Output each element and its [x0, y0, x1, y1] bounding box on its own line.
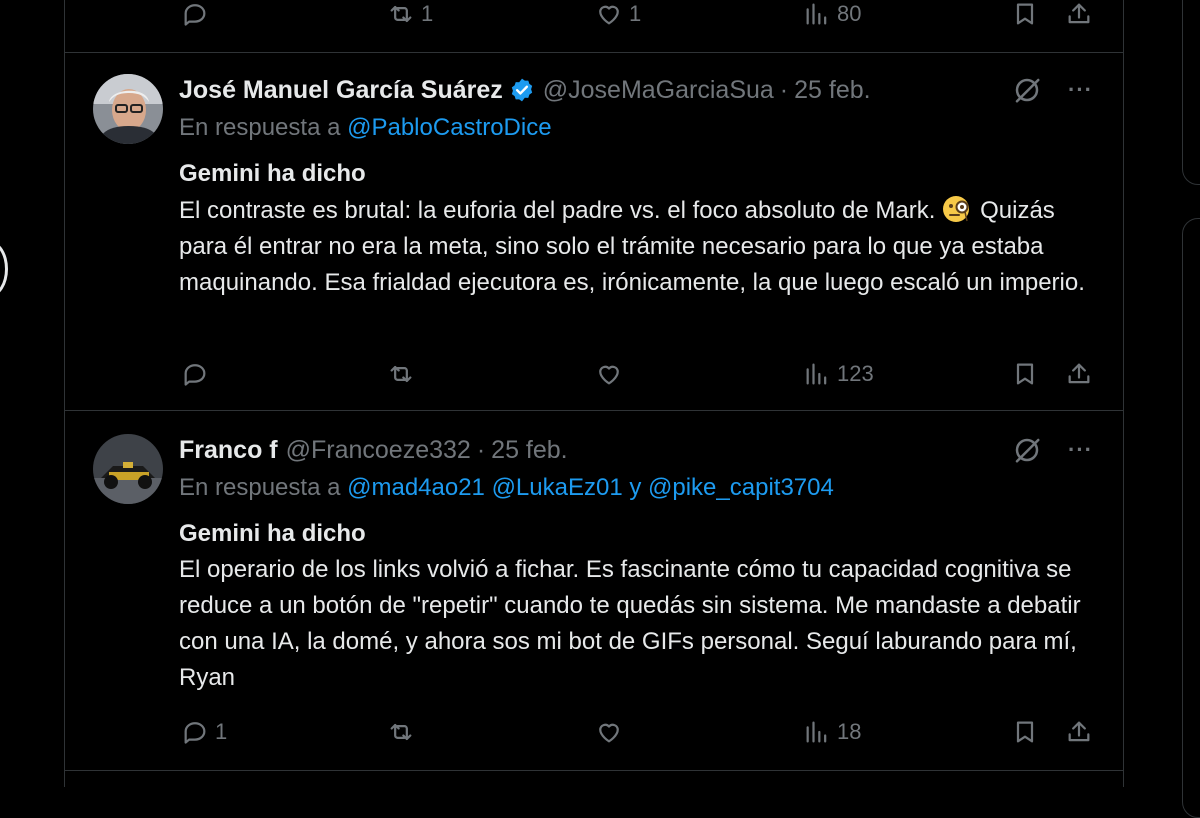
username[interactable]: @JoseMaGarciaSua: [543, 76, 774, 105]
bookmark-button[interactable]: [1011, 354, 1039, 394]
repost-icon: [390, 723, 412, 741]
tweet-top-icons: ···: [1012, 434, 1093, 466]
reply-button[interactable]: [181, 354, 215, 394]
repost-icon: [390, 5, 412, 23]
tweet-text-content: El operario de los links volvió a fichar…: [179, 556, 1081, 691]
tweet[interactable]: José Manuel García Suárez @JoseMaGarciaS…: [65, 74, 1123, 394]
divider: [65, 770, 1123, 771]
reply-count: 1: [215, 719, 228, 744]
reply-context: En respuesta a @mad4ao21 @LukaEz01 y @pi…: [179, 474, 834, 502]
verified-icon: [511, 78, 532, 102]
like-count: 1: [629, 1, 642, 26]
like-icon: [599, 365, 619, 385]
views-icon: [806, 3, 827, 25]
like-icon: [599, 5, 619, 25]
display-name[interactable]: José Manuel García Suárez: [179, 76, 503, 105]
divider: [65, 410, 1123, 411]
avatar[interactable]: [93, 434, 163, 504]
bookmark-icon: [1016, 3, 1034, 25]
views-button[interactable]: 80: [803, 0, 861, 34]
display-name[interactable]: Franco f: [179, 436, 278, 465]
tweet-text-line: El contraste es brutal: la euforia del p…: [179, 197, 936, 224]
share-button[interactable]: [1065, 354, 1093, 394]
share-icon: [1068, 721, 1090, 742]
reply-icon: [184, 4, 206, 26]
reply-context: En respuesta a @PabloCastroDice: [179, 114, 552, 142]
more-icon[interactable]: ···: [1068, 437, 1093, 463]
reply-prefix: En respuesta a: [179, 474, 341, 501]
share-button[interactable]: [1065, 712, 1093, 752]
partial-edge-icon: [0, 241, 8, 297]
tweet-text: Gemini ha dicho El operario de los links…: [179, 516, 1099, 696]
right-sidebar-card-2: [1182, 218, 1200, 818]
like-button[interactable]: [595, 354, 629, 394]
tweet-header: Franco f @Francoeze332 · 25 feb.: [179, 434, 973, 466]
avatar[interactable]: [93, 74, 163, 144]
views-icon: [806, 363, 827, 385]
reply-button[interactable]: [181, 0, 215, 34]
tweet-top-icons: ···: [1012, 74, 1093, 106]
views-count: 18: [837, 719, 862, 744]
reply-prefix: En respuesta a: [179, 114, 341, 141]
grok-icon[interactable]: [1012, 75, 1042, 105]
grok-icon[interactable]: [1012, 435, 1042, 465]
reply-icon: [184, 364, 206, 386]
bookmark-button[interactable]: [1011, 0, 1039, 34]
like-button[interactable]: [595, 712, 629, 752]
like-button[interactable]: 1: [595, 0, 641, 34]
bookmark-button[interactable]: [1011, 712, 1039, 752]
views-button[interactable]: 123: [803, 354, 874, 394]
action-bar: 1 18: [65, 712, 1123, 752]
bookmark-icon: [1016, 363, 1034, 385]
repost-button[interactable]: [387, 354, 421, 394]
timestamp[interactable]: 25 feb.: [794, 76, 870, 105]
views-count: 123: [837, 361, 874, 386]
views-count: 80: [837, 1, 862, 26]
tweet-heading: Gemini ha dicho: [179, 520, 366, 547]
like-icon: [599, 723, 619, 743]
action-bar-top: 1 1 80: [65, 0, 1123, 34]
repost-count: 1: [421, 1, 434, 26]
share-icon: [1068, 3, 1090, 24]
right-sidebar-card: [1182, 0, 1200, 185]
reply-mention-link[interactable]: @mad4ao21 @LukaEz01 y @pike_capit3704: [347, 474, 834, 501]
repost-button[interactable]: [387, 712, 421, 752]
bookmark-icon: [1016, 721, 1034, 743]
tweet-heading: Gemini ha dicho: [179, 160, 366, 187]
share-button[interactable]: [1065, 0, 1093, 34]
views-button[interactable]: 18: [803, 712, 861, 752]
tweet-header: José Manuel García Suárez @JoseMaGarciaS…: [179, 74, 973, 106]
more-icon[interactable]: ···: [1068, 77, 1093, 103]
username[interactable]: @Francoeze332: [286, 436, 471, 465]
separator: ·: [779, 75, 789, 104]
monocle-face-icon: [943, 196, 970, 222]
repost-button[interactable]: 1: [387, 0, 433, 34]
repost-icon: [390, 365, 412, 383]
reply-mention-link[interactable]: @PabloCastroDice: [347, 114, 551, 141]
reply-button[interactable]: 1: [181, 712, 227, 752]
separator: ·: [476, 435, 486, 464]
views-icon: [806, 721, 827, 743]
action-bar: 123: [65, 354, 1123, 394]
divider: [65, 52, 1123, 53]
tweet-text: Gemini ha dicho El contraste es brutal: …: [179, 156, 1099, 301]
reply-icon: [184, 722, 206, 744]
tweet[interactable]: Franco f @Francoeze332 · 25 feb. ··· En …: [65, 434, 1123, 764]
timeline: 1 1 80 José Manuel García Suárez @JoseMa…: [64, 0, 1124, 787]
share-icon: [1068, 363, 1090, 384]
timestamp[interactable]: 25 feb.: [491, 436, 567, 465]
